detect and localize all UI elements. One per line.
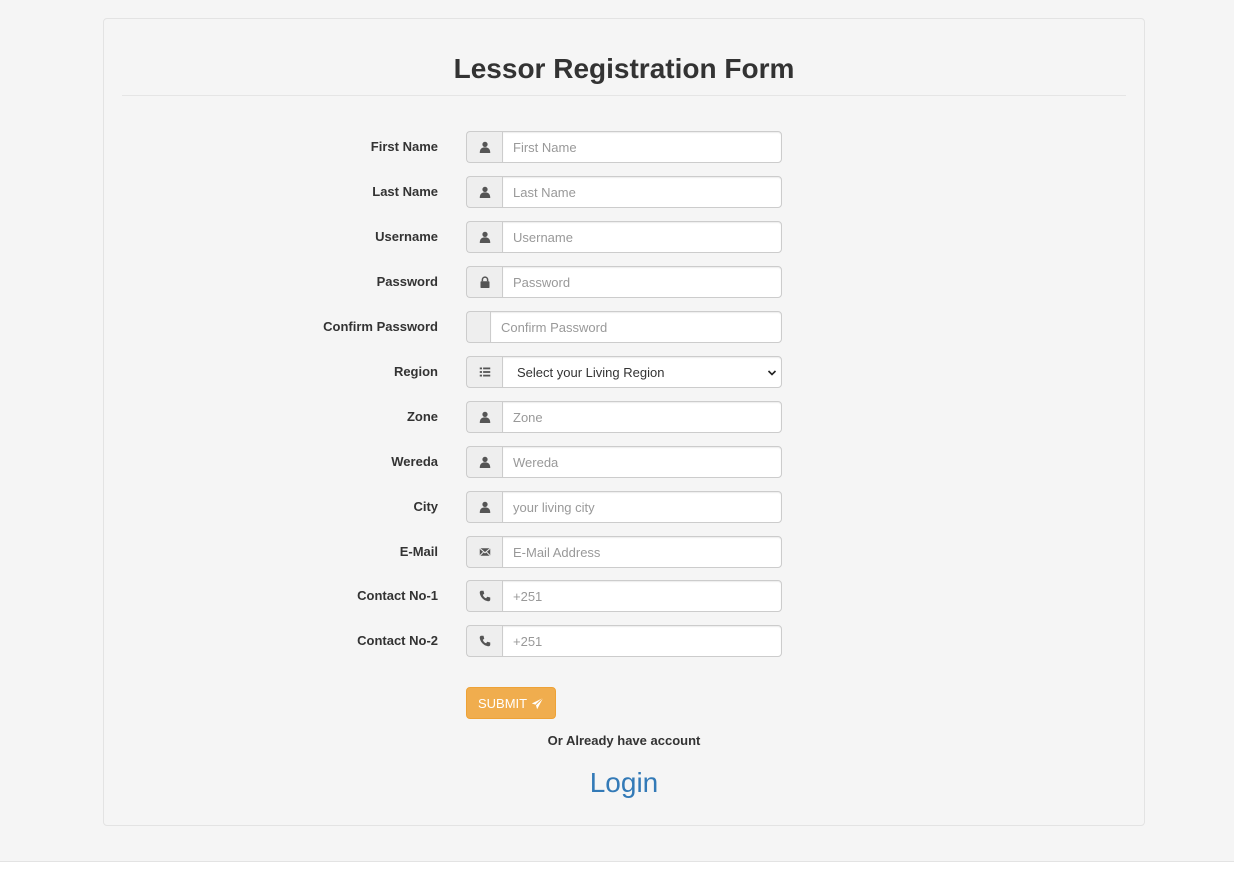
last-name-input-group [466, 176, 782, 208]
zone-input[interactable] [502, 401, 782, 433]
form-row-last-name: Last Name [104, 176, 1144, 208]
registration-panel: Lessor Registration Form First Name Last… [103, 18, 1145, 826]
confirm-password-input-group [466, 311, 782, 343]
form-row-contact-2: Contact No-2 [104, 625, 1144, 657]
email-input-group [466, 536, 782, 568]
first-name-input-group [466, 131, 782, 163]
send-icon [531, 696, 544, 709]
form-row-password: Password [104, 266, 1144, 298]
username-label: Username [375, 229, 438, 244]
lock-icon [466, 266, 502, 298]
login-link[interactable]: Login [104, 766, 1144, 800]
zone-label: Zone [406, 409, 438, 424]
city-label: City [413, 499, 438, 514]
password-input-group [466, 266, 782, 298]
contact-2-label: Contact No-2 [357, 633, 438, 648]
email-label: E-Mail [399, 544, 438, 559]
confirm-password-input[interactable] [490, 311, 782, 343]
wereda-input[interactable] [502, 446, 782, 478]
region-input-group: Select your Living Region [466, 356, 782, 388]
email-input[interactable] [502, 536, 782, 568]
submit-button[interactable]: SUBMIT [466, 687, 557, 719]
envelope-icon [466, 536, 502, 568]
contact-1-label: Contact No-1 [357, 588, 438, 603]
phone-icon [466, 625, 502, 657]
contact-2-input-group [466, 625, 782, 657]
form-row-city: City [104, 491, 1144, 523]
last-name-label: Last Name [372, 184, 438, 199]
first-name-label: First Name [370, 139, 438, 154]
list-icon [466, 356, 502, 388]
already-have-account-label: Or Already have account [547, 733, 701, 748]
region-selected-value: Select your Living Region [517, 364, 665, 380]
user-icon [466, 491, 502, 523]
username-input-group [466, 221, 782, 253]
zone-input-group [466, 401, 782, 433]
city-input[interactable] [502, 491, 782, 523]
form-row-wereda: Wereda [104, 446, 1144, 478]
user-icon [466, 221, 502, 253]
submit-button-label: SUBMIT [478, 695, 528, 711]
form-row-confirm-password: Confirm Password [104, 311, 1144, 343]
form-row-zone: Zone [104, 401, 1144, 433]
user-icon [466, 446, 502, 478]
password-input[interactable] [502, 266, 782, 298]
form-row-email: E-Mail [104, 536, 1144, 568]
region-label: Region [393, 364, 438, 379]
password-label: Password [376, 274, 438, 289]
form-row-first-name: First Name [104, 131, 1144, 163]
wereda-label: Wereda [391, 454, 438, 469]
form-row-contact-1: Contact No-1 [104, 580, 1144, 612]
username-input[interactable] [502, 221, 782, 253]
first-name-input[interactable] [502, 131, 782, 163]
confirm-password-label: Confirm Password [323, 319, 438, 334]
city-input-group [466, 491, 782, 523]
empty-addon [466, 311, 490, 343]
already-have-account-text: Or Already have account [104, 733, 1144, 748]
region-select[interactable]: Select your Living Region [502, 356, 782, 388]
chevron-down-icon [767, 370, 777, 376]
user-icon [466, 176, 502, 208]
contact-2-input[interactable] [502, 625, 782, 657]
contact-1-input[interactable] [502, 580, 782, 612]
wereda-input-group [466, 446, 782, 478]
phone-icon [466, 580, 502, 612]
user-icon [466, 401, 502, 433]
last-name-input[interactable] [502, 176, 782, 208]
form-legend: Lessor Registration Form [122, 19, 1126, 96]
form-row-region: Region Select your Living Region [104, 356, 1144, 388]
form-title: Lessor Registration Form [453, 53, 795, 84]
form-row-username: Username [104, 221, 1144, 253]
contact-1-input-group [466, 580, 782, 612]
user-icon [466, 131, 502, 163]
